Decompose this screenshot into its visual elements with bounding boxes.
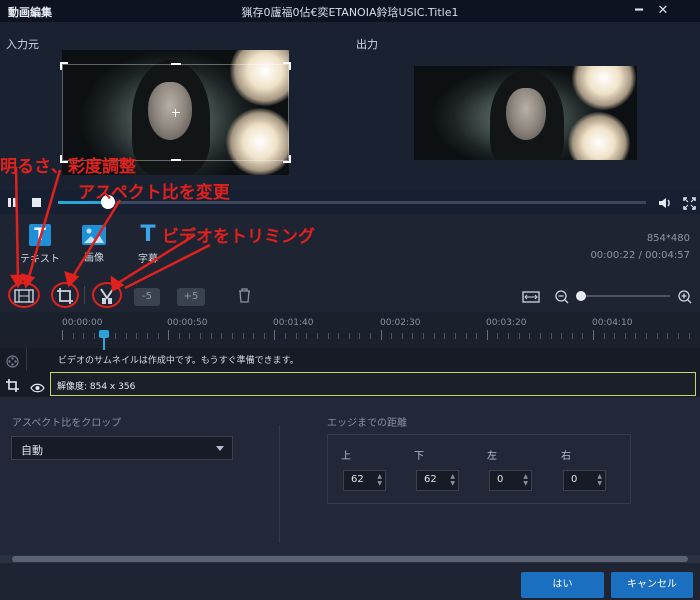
annotation-trim: ビデオをトリミング [162, 227, 315, 247]
annotation-aspect: アスペクト比を変更 [78, 183, 230, 203]
annotation-circle-crop [51, 282, 79, 308]
video-edit-window: 動画編集 猟存0廬福0佔€奕ETANOIA鈴琀USIC.Title1 ━ ✕ 入… [0, 0, 700, 600]
annotation-circle-trim [92, 282, 122, 308]
annotation-circle-adjust [8, 282, 40, 308]
annotation-brightness: 明るさ、彩度調整 [0, 157, 136, 177]
